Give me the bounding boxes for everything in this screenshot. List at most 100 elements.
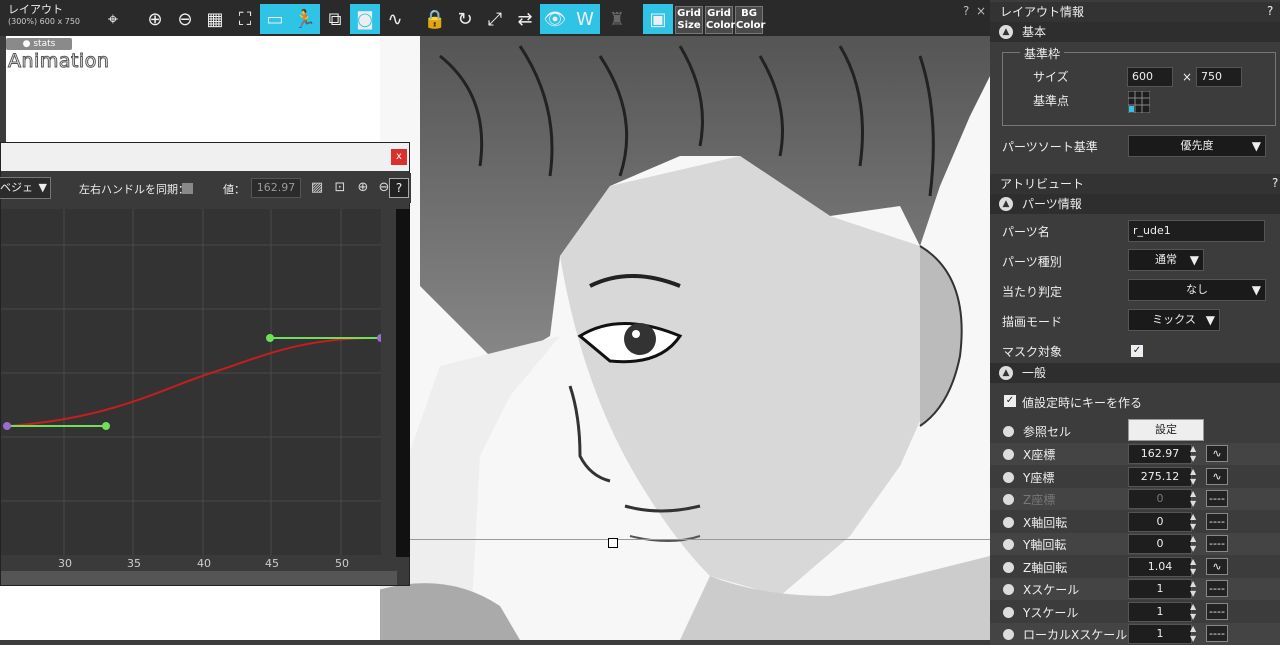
crosshair-icon[interactable]: ⌖ — [98, 4, 128, 34]
attribute-value-input[interactable]: 1 — [1128, 579, 1192, 599]
curve-button[interactable]: ∿ — [1206, 557, 1228, 575]
attribute-value-input[interactable]: 0 — [1128, 534, 1192, 554]
keyframe-point[interactable] — [3, 422, 11, 430]
width-input[interactable]: 600 — [1127, 67, 1173, 87]
curve-vertical-scrollbar[interactable] — [396, 209, 410, 557]
key-dot-icon[interactable] — [1003, 471, 1014, 483]
hit-select[interactable]: なし ▼ — [1128, 279, 1266, 301]
section-parts[interactable]: ▲ パーツ情報 — [990, 194, 1280, 214]
key-dot-icon[interactable] — [1003, 539, 1014, 550]
bg-color-button[interactable]: BG Color — [735, 6, 765, 34]
stepper-icon[interactable]: ▲ ▼ — [1190, 489, 1196, 509]
height-input[interactable]: 750 — [1196, 67, 1242, 87]
grid-icon[interactable]: ▦ — [200, 4, 230, 34]
stepper-icon[interactable]: ▲ ▼ — [1190, 534, 1196, 554]
curve-button[interactable]: ∿ — [1206, 467, 1228, 485]
curve-editor-titlebar[interactable] — [1, 143, 409, 171]
sync-handles-checkbox[interactable] — [182, 183, 193, 194]
collapse-icon[interactable]: ▲ — [999, 25, 1013, 39]
stepper-icon[interactable]: ▲ ▼ — [1190, 602, 1196, 622]
crop-icon[interactable]: ⛶ — [230, 4, 260, 34]
lock-move-icon[interactable]: 🔒 — [420, 4, 450, 34]
hit-value: なし — [1186, 283, 1208, 296]
blend-select[interactable]: ミックス ▼ — [1128, 309, 1220, 331]
layout-help-button[interactable]: ? — [963, 4, 969, 18]
layout-info-help[interactable]: ? — [1267, 4, 1273, 18]
curve-button[interactable]: ---- — [1206, 602, 1228, 620]
wave-icon[interactable]: ∿ — [380, 4, 410, 34]
lock-scale-icon[interactable]: ⤢ — [480, 4, 510, 34]
bezier-handle[interactable] — [266, 334, 274, 342]
zoom-out-icon[interactable]: ⊖ — [170, 4, 200, 34]
zoom-in-icon[interactable]: ⊕ — [140, 4, 170, 34]
part-name-input[interactable]: r_ude1 — [1128, 220, 1265, 242]
curve-button[interactable]: ---- — [1206, 580, 1228, 597]
key-dot-icon[interactable] — [1003, 561, 1014, 573]
value-input[interactable]: 162.97 — [251, 178, 301, 198]
stepper-icon[interactable]: ▲ ▼ — [1190, 557, 1196, 577]
animation-curve[interactable] — [6, 336, 381, 427]
layout-close-button[interactable]: × — [976, 4, 986, 18]
attribute-value-input[interactable]: 1.04 — [1128, 556, 1192, 577]
ref-cell-button[interactable]: 設定 — [1128, 419, 1204, 441]
curve-graph-area[interactable] — [1, 209, 381, 555]
lock-rotate-icon[interactable]: ↻ — [450, 4, 480, 34]
lock-flip-icon[interactable]: ⇄ — [510, 4, 540, 34]
person-icon[interactable]: 🏃 — [290, 4, 320, 34]
zoom-in-icon[interactable]: ⊕ — [354, 179, 372, 197]
collapse-icon[interactable]: ▲ — [999, 197, 1013, 211]
key-on-set-checkbox[interactable]: ✓ — [1004, 395, 1016, 407]
stepper-icon[interactable]: ▲ ▼ — [1190, 579, 1196, 599]
curve-button[interactable]: ---- — [1206, 535, 1228, 552]
character-artwork[interactable] — [380, 36, 990, 640]
attribute-row: Y軸回転 0 ▲ ▼ ---- — [990, 533, 1280, 555]
curve-horizontal-scrollbar[interactable] — [1, 571, 397, 585]
curve-editor-help-button[interactable]: ? — [389, 178, 409, 198]
curve-button[interactable]: ---- — [1206, 512, 1228, 530]
key-dot-icon[interactable] — [1003, 584, 1014, 595]
attributes-help[interactable]: ? — [1272, 176, 1278, 190]
collapse-icon[interactable]: ▲ — [999, 366, 1013, 380]
attribute-value-input[interactable]: 1 — [1128, 601, 1192, 622]
image-icon[interactable]: ▨ — [308, 179, 326, 197]
key-dot-icon[interactable] — [1003, 494, 1014, 505]
section-basic[interactable]: ▲ 基本 — [990, 22, 1280, 42]
keyframe-point[interactable] — [377, 334, 381, 342]
bezier-handle[interactable] — [102, 422, 110, 430]
sort-select[interactable]: 優先度 ▼ — [1128, 135, 1266, 157]
key-dot-icon[interactable] — [1003, 426, 1014, 437]
part-type-select[interactable]: 通常 ▼ — [1128, 249, 1204, 271]
stepper-icon[interactable]: ▲ ▼ — [1190, 512, 1196, 532]
key-dot-icon[interactable] — [1003, 516, 1014, 528]
stats-tag[interactable]: ● stats — [6, 38, 72, 50]
curve-graph[interactable] — [1, 209, 381, 555]
mask-checkbox[interactable]: ✓ — [1131, 345, 1143, 357]
interpolation-select[interactable]: ベジェ ▼ — [0, 177, 51, 199]
attribute-value-input[interactable]: 275.12 — [1128, 466, 1192, 487]
background-icon[interactable]: ▣ — [643, 4, 673, 34]
curve-button[interactable]: ∿ — [1206, 445, 1228, 462]
section-general[interactable]: ▲ 一般 — [990, 363, 1280, 383]
curve-editor-close-button[interactable]: x — [391, 149, 407, 165]
grid-size-button[interactable]: Grid Size — [675, 6, 703, 34]
stepper-icon[interactable]: ▲ ▼ — [1190, 624, 1196, 644]
key-dot-icon[interactable] — [1003, 606, 1014, 618]
curve-button[interactable]: ---- — [1206, 625, 1228, 642]
curve-button[interactable]: ---- — [1206, 490, 1228, 507]
anchor-marker[interactable] — [608, 538, 618, 548]
mask-icon[interactable]: ◙ — [350, 4, 380, 34]
anchor-grid-icon[interactable] — [1128, 91, 1150, 113]
stepper-icon[interactable]: ▲ ▼ — [1190, 467, 1196, 487]
eye-icon[interactable]: 👁 — [540, 4, 570, 34]
attribute-value-input[interactable]: 0 — [1128, 511, 1192, 532]
key-dot-icon[interactable] — [1003, 449, 1014, 460]
grid-color-button[interactable]: Grid Color — [705, 6, 735, 34]
layer-icon[interactable]: ⧉ — [320, 4, 350, 34]
stepper-icon[interactable]: ▲ ▼ — [1190, 444, 1196, 464]
attribute-value-input[interactable]: 1 — [1128, 624, 1192, 644]
fit-view-icon[interactable]: ⊡ — [331, 179, 349, 197]
attribute-value-input[interactable]: 162.97 — [1128, 444, 1192, 464]
key-dot-icon[interactable] — [1003, 629, 1014, 640]
frame-icon[interactable]: ▭ — [260, 4, 290, 34]
weight-icon[interactable]: W — [570, 4, 600, 34]
